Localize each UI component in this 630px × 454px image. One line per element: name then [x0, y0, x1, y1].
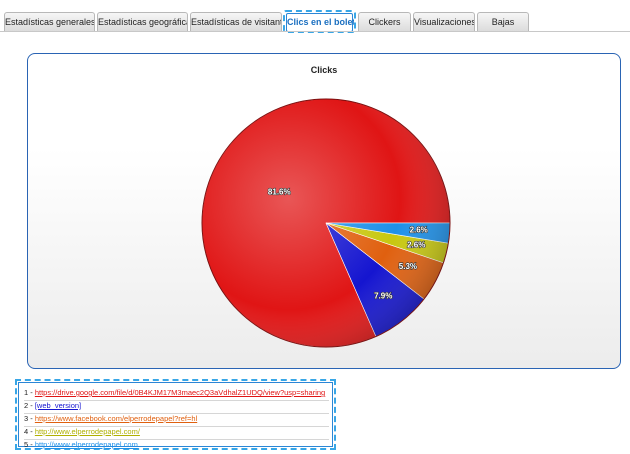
- link-row-4: 4 - http://www.elperrodepapel.com/: [24, 426, 329, 440]
- chart-panel: Clicks 81.6% 7.9% 5.3% 2.6% 2.6%: [27, 53, 621, 369]
- link-index: 1 -: [24, 388, 35, 397]
- tab-estadisticas-visitantes[interactable]: Estadísticas de visitantes: [190, 12, 282, 31]
- link-row-1: 1 - https://drive.google.com/file/d/0B4K…: [24, 387, 329, 401]
- tab-clics-boletin-label: Clics en el boletín: [286, 13, 354, 31]
- link-row-2: 2 - [web_version]: [24, 400, 329, 414]
- pie-slice-label-5: 2.6%: [410, 226, 428, 235]
- tab-clics-boletin[interactable]: Clics en el boletín: [283, 10, 356, 33]
- link-url-5[interactable]: http://www.elperrodepapel.com: [35, 440, 138, 449]
- tab-clickers[interactable]: Clickers: [358, 12, 411, 31]
- link-row-5: 5 - http://www.elperrodepapel.com: [24, 439, 329, 452]
- link-index: 5 -: [24, 440, 35, 449]
- link-index: 4 -: [24, 427, 35, 436]
- link-list: 1 - https://drive.google.com/file/d/0B4K…: [15, 379, 336, 450]
- tab-bajas[interactable]: Bajas: [477, 12, 529, 31]
- tab-visualizaciones[interactable]: Visualizaciones: [413, 12, 475, 31]
- link-index: 2 -: [24, 401, 35, 410]
- pie-chart: 81.6% 7.9% 5.3% 2.6% 2.6%: [201, 98, 451, 348]
- pie-slice-label-2: 7.9%: [374, 291, 392, 300]
- tab-estadisticas-geograficas[interactable]: Estadísticas geográficas: [97, 12, 188, 31]
- pie-slice-label-3: 5.3%: [399, 262, 417, 271]
- tab-estadisticas-generales[interactable]: Estadísticas generales: [4, 12, 95, 31]
- tab-bar-divider: [0, 31, 630, 32]
- link-row-3: 3 - https://www.facebook.com/elperrodepa…: [24, 413, 329, 427]
- link-index: 3 -: [24, 414, 35, 423]
- pie-slice-label-1: 81.6%: [268, 188, 291, 197]
- link-url-1[interactable]: https://drive.google.com/file/d/0B4KJM17…: [35, 388, 325, 397]
- link-url-2[interactable]: [web_version]: [35, 401, 81, 410]
- link-url-3[interactable]: https://www.facebook.com/elperrodepapel?…: [35, 414, 197, 423]
- link-url-4[interactable]: http://www.elperrodepapel.com/: [35, 427, 140, 436]
- link-list-frame: 1 - https://drive.google.com/file/d/0B4K…: [18, 382, 333, 449]
- tab-bar: Estadísticas generales Estadísticas geog…: [0, 0, 630, 33]
- pie-slice-label-4: 2.6%: [407, 241, 425, 250]
- pie-shading: [202, 99, 450, 347]
